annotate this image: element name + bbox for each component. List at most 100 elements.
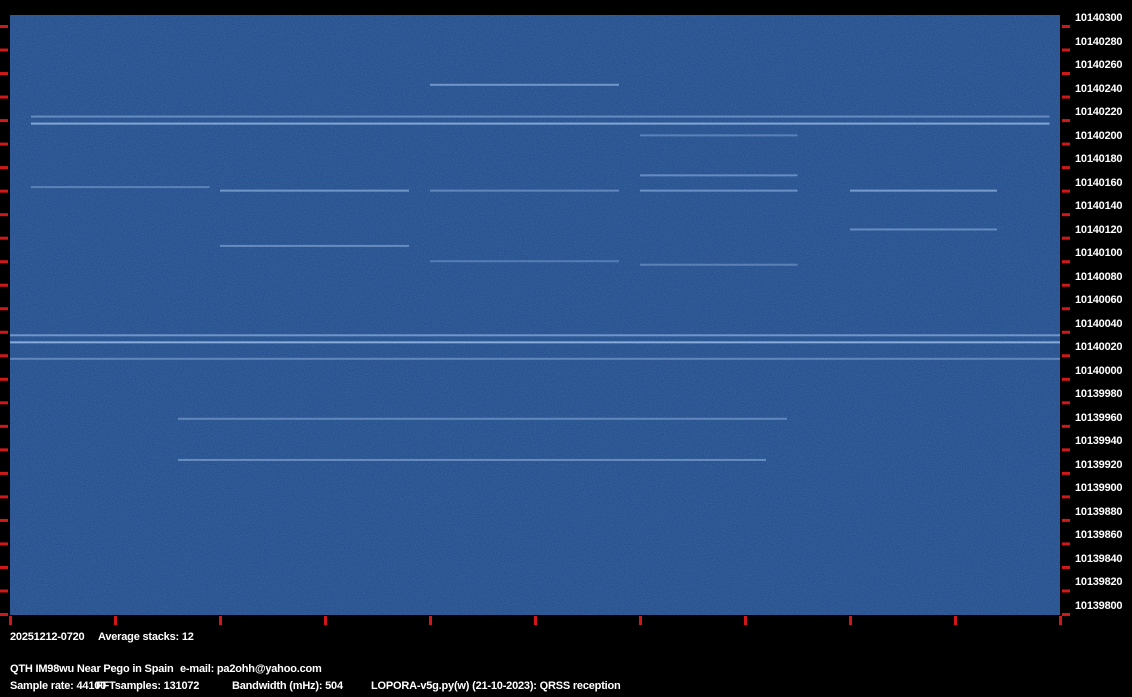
- x-tick: [324, 616, 327, 625]
- signal-trace: [640, 174, 798, 177]
- y-tick-label: 10140300: [1075, 12, 1123, 24]
- x-tick: [639, 616, 642, 625]
- signal-trace: [850, 189, 997, 192]
- y-tick-left: [0, 307, 8, 311]
- y-tick-right: [1062, 589, 1070, 593]
- y-tick-right: [1062, 95, 1070, 99]
- signal-trace: [31, 186, 210, 189]
- y-tick-left: [0, 424, 8, 428]
- y-tick-label: 10139960: [1075, 411, 1123, 424]
- y-tick-left: [0, 72, 8, 76]
- y-tick-left: [0, 542, 8, 546]
- y-tick-left: [0, 119, 8, 123]
- y-tick-left: [0, 189, 8, 193]
- y-tick-right: [1062, 565, 1070, 569]
- y-tick-label: 10139820: [1075, 576, 1123, 589]
- y-tick-label: 10140120: [1075, 223, 1123, 236]
- y-tick-right: [1062, 260, 1070, 264]
- signal-trace: [10, 357, 1060, 360]
- x-tick: [9, 616, 12, 625]
- y-tick-right: [1062, 495, 1070, 499]
- y-tick-right: [1062, 542, 1070, 546]
- y-tick-right: [1062, 471, 1070, 475]
- y-tick-right: [1062, 613, 1070, 616]
- y-tick-label: 10140200: [1075, 129, 1123, 142]
- x-tick: [534, 616, 537, 625]
- signal-trace: [430, 260, 619, 263]
- y-tick-right: [1062, 448, 1070, 452]
- y-tick-label: 10139920: [1075, 458, 1123, 471]
- y-tick-left: [0, 354, 8, 358]
- signal-trace: [178, 458, 766, 461]
- y-tick-left: [0, 213, 8, 217]
- x-tick: [114, 616, 117, 625]
- signal-trace: [850, 228, 997, 231]
- y-tick-left: [0, 565, 8, 569]
- y-tick-right: [1062, 518, 1070, 522]
- y-tick-left: [0, 25, 8, 28]
- signal-trace: [220, 189, 409, 192]
- x-tick: [219, 616, 222, 625]
- y-tick-left: [0, 589, 8, 593]
- y-tick-right: [1062, 72, 1070, 76]
- signal-trace: [31, 122, 1050, 125]
- y-tick-left: [0, 613, 8, 616]
- y-tick-right: [1062, 142, 1070, 146]
- sample-rate: Sample rate: 44100: [10, 680, 107, 692]
- y-tick-label: 10140280: [1075, 35, 1123, 48]
- signal-trace: [430, 189, 619, 192]
- y-tick-left: [0, 471, 8, 475]
- y-tick-right: [1062, 377, 1070, 381]
- y-tick-left: [0, 401, 8, 405]
- y-tick-left: [0, 377, 8, 381]
- y-tick-left: [0, 166, 8, 170]
- y-tick-right: [1062, 119, 1070, 123]
- spectrogram-chart: [0, 15, 1070, 625]
- y-tick-left: [0, 518, 8, 522]
- y-tick-left: [0, 95, 8, 99]
- y-tick-label: 10140240: [1075, 82, 1123, 95]
- timestamp: 20251212-0720: [10, 631, 85, 643]
- y-tick-left: [0, 283, 8, 287]
- software-version: LOPORA-v5g.py(w) (21-10-2023): QRSS rece…: [371, 680, 621, 692]
- y-tick-label: 10139800: [1075, 600, 1123, 612]
- y-tick-left: [0, 142, 8, 146]
- y-tick-right: [1062, 307, 1070, 311]
- y-tick-label: 10139880: [1075, 505, 1123, 518]
- y-tick-left: [0, 448, 8, 452]
- y-tick-label: 10139900: [1075, 482, 1123, 495]
- y-tick-left: [0, 48, 8, 52]
- y-tick-right: [1062, 424, 1070, 428]
- y-tick-label: 10140040: [1075, 317, 1123, 330]
- y-tick-right: [1062, 189, 1070, 193]
- y-tick-label: 10140060: [1075, 294, 1123, 307]
- y-tick-label: 10140160: [1075, 176, 1123, 189]
- y-tick-right: [1062, 25, 1070, 28]
- fft-samples: FFTsamples: 131072: [96, 680, 200, 692]
- signal-trace: [178, 417, 787, 420]
- signal-trace: [31, 115, 1050, 118]
- bandwidth: Bandwidth (mHz): 504: [232, 680, 343, 692]
- average-stacks: Average stacks: 12: [98, 631, 194, 643]
- signal-trace: [10, 341, 1060, 344]
- signal-trace: [640, 263, 798, 266]
- y-tick-left: [0, 330, 8, 334]
- y-tick-right: [1062, 330, 1070, 334]
- y-tick-right: [1062, 236, 1070, 240]
- y-tick-label: 10139840: [1075, 552, 1123, 565]
- y-tick-label: 10140220: [1075, 106, 1123, 119]
- y-tick-label: 10139940: [1075, 435, 1123, 448]
- x-tick: [849, 616, 852, 625]
- y-tick-label: 10140260: [1075, 59, 1123, 72]
- signal-trace: [640, 189, 798, 192]
- y-tick-label: 10140100: [1075, 247, 1123, 260]
- x-tick: [429, 616, 432, 625]
- y-tick-right: [1062, 166, 1070, 170]
- y-tick-label: 10139860: [1075, 529, 1123, 542]
- noise-layer: [10, 15, 1060, 615]
- y-tick-left: [0, 236, 8, 240]
- signal-trace: [640, 134, 798, 137]
- y-tick-right: [1062, 401, 1070, 405]
- y-tick-left: [0, 495, 8, 499]
- signal-trace: [220, 244, 409, 247]
